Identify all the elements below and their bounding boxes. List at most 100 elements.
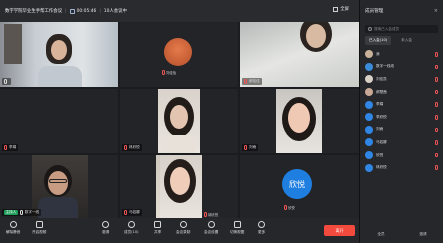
mic-muted-icon — [124, 210, 127, 215]
button-label: 开启视频 — [32, 230, 47, 234]
member-name: 李娟 — [376, 102, 384, 107]
button-label: 切换视图 — [230, 230, 245, 234]
video-grid: 刘佳怡 郝佳佳 李娟 林欣悦 刘雨 主持人 数字一线 马若娜 胡欣悦 欣悦 欣悦 — [0, 22, 359, 218]
search-placeholder: 搜索已入会成员 — [374, 26, 400, 31]
camera-icon — [35, 221, 43, 228]
participant-face — [306, 24, 326, 48]
more-button[interactable]: 更多 — [258, 221, 265, 235]
mic-muted-icon — [435, 52, 438, 57]
avatar — [365, 62, 373, 71]
mic-muted-icon — [244, 79, 247, 84]
video-tile[interactable]: 林欣悦 — [120, 89, 238, 153]
video-tile[interactable]: 欣悦 欣悦 — [240, 155, 359, 218]
mic-muted-icon — [435, 165, 438, 170]
participant-face — [170, 167, 190, 195]
close-icon[interactable]: × — [434, 8, 438, 14]
member-name: 刘佳凯 — [376, 76, 387, 81]
grid-icon — [233, 221, 241, 228]
divider: | — [65, 8, 67, 14]
video-tile[interactable]: 郝佳佳 — [240, 22, 359, 87]
member-name: 数字一线线 — [376, 64, 394, 69]
invite-members-button[interactable]: 邀请 — [419, 232, 426, 237]
start-video-button[interactable]: 开启视频 — [32, 221, 46, 235]
member-list-item[interactable]: 我 — [360, 48, 443, 61]
participant-body — [38, 197, 78, 218]
participant-face — [48, 171, 68, 195]
record-button[interactable]: 会议录制 — [176, 221, 190, 235]
meeting-duration: 00:05:46 — [76, 8, 97, 14]
members-button[interactable]: 成员(10) — [124, 221, 139, 235]
top-right-controls: 全屏 — [333, 6, 349, 12]
avatar — [365, 50, 373, 59]
video-tile[interactable]: 主持人 数字一线 — [0, 155, 118, 218]
divider: | — [99, 8, 101, 14]
mic-muted-icon — [435, 152, 438, 158]
video-tile[interactable]: 胡欣悦 — [160, 155, 238, 218]
meeting-window: { "topbar": { "meeting_title": "数字学院毕业生手… — [0, 0, 443, 243]
mic-muted-icon — [435, 102, 438, 107]
share-button[interactable]: 共享 — [154, 221, 161, 235]
name-tag: 刘雨 — [242, 144, 259, 151]
button-label: 更多 — [258, 230, 266, 234]
host-badge: 主持人 — [4, 210, 18, 215]
member-list-item[interactable]: 欣悦 — [360, 149, 443, 162]
fullscreen-button[interactable]: 全屏 — [333, 6, 349, 12]
meeting-toolbar: 解除静音 开启视频 邀请 成员(10) 共享 会议录制 会议设置 切换视图 更多… — [0, 218, 359, 243]
member-list-item[interactable]: 刘佳凯 — [360, 73, 443, 86]
participant-face — [51, 40, 67, 60]
search-icon — [368, 27, 372, 31]
mic-muted-icon — [435, 140, 438, 145]
name-tag: 李娟 — [2, 144, 19, 151]
participant-body — [38, 66, 82, 87]
participant-face — [170, 105, 188, 129]
mic-muted-icon — [435, 64, 438, 70]
avatar — [365, 138, 373, 147]
name-tag — [2, 78, 11, 85]
member-list-item[interactable]: 马若娜 — [360, 136, 443, 149]
panel-header: 成员管理 × — [360, 0, 443, 22]
fullscreen-label: 全屏 — [340, 7, 349, 12]
participant-name: 郝佳佳 — [249, 79, 260, 83]
member-list-item[interactable]: 郝楚茜 — [360, 86, 443, 99]
participant-name: 林欣悦 — [129, 145, 140, 149]
button-label: 解除静音 — [6, 230, 21, 234]
avatar — [164, 38, 192, 66]
panel-title: 成员管理 — [365, 9, 384, 14]
leave-meeting-button[interactable]: 离开 — [324, 225, 355, 236]
member-list-item[interactable]: 数字一线线 — [360, 61, 443, 74]
unmute-button[interactable]: 解除静音 — [6, 221, 20, 235]
mic-muted-icon — [435, 115, 438, 120]
mic-icon — [9, 221, 17, 228]
member-name: 郝楚茜 — [376, 89, 387, 94]
participant-name: 胡欣悦 — [208, 213, 219, 217]
tab-not-joined[interactable]: 未入会 — [397, 36, 416, 45]
record-icon — [179, 221, 187, 228]
button-label: 会议设置 — [204, 230, 219, 234]
mic-muted-icon — [244, 145, 247, 150]
search-input[interactable]: 搜索已入会成员 — [365, 25, 438, 33]
video-tile[interactable] — [0, 22, 118, 87]
switch-view-button[interactable]: 切换视图 — [230, 221, 244, 235]
member-list-item[interactable]: 李欣悦 — [360, 111, 443, 124]
participant-name: 刘雨 — [249, 145, 257, 149]
tab-joined[interactable]: 已入会(10) — [365, 36, 392, 45]
member-list-item[interactable]: 刘雨 — [360, 124, 443, 137]
member-list-item[interactable]: 林欣悦 — [360, 161, 443, 174]
avatar — [365, 163, 373, 172]
shelf — [4, 24, 22, 64]
video-tile[interactable]: 刘雨 — [240, 89, 359, 153]
member-name: 我 — [376, 51, 380, 56]
mic-muted-icon — [124, 145, 127, 150]
avatar — [365, 151, 373, 160]
name-tag: 刘佳怡 — [162, 70, 176, 75]
mute-all-button[interactable]: 全员 — [377, 232, 384, 237]
participants-count: 10人会议中 — [103, 9, 127, 14]
invite-button[interactable]: 邀请 — [102, 221, 109, 235]
participant-name: 数字一线 — [24, 210, 40, 214]
settings-button[interactable]: 会议设置 — [204, 221, 218, 235]
invite-icon — [102, 221, 110, 228]
video-tile[interactable]: 李娟 — [0, 89, 118, 153]
name-tag: 胡欣悦 — [204, 212, 218, 217]
member-list-item[interactable]: 李娟 — [360, 98, 443, 111]
video-tile[interactable]: 刘佳怡 — [120, 22, 238, 87]
